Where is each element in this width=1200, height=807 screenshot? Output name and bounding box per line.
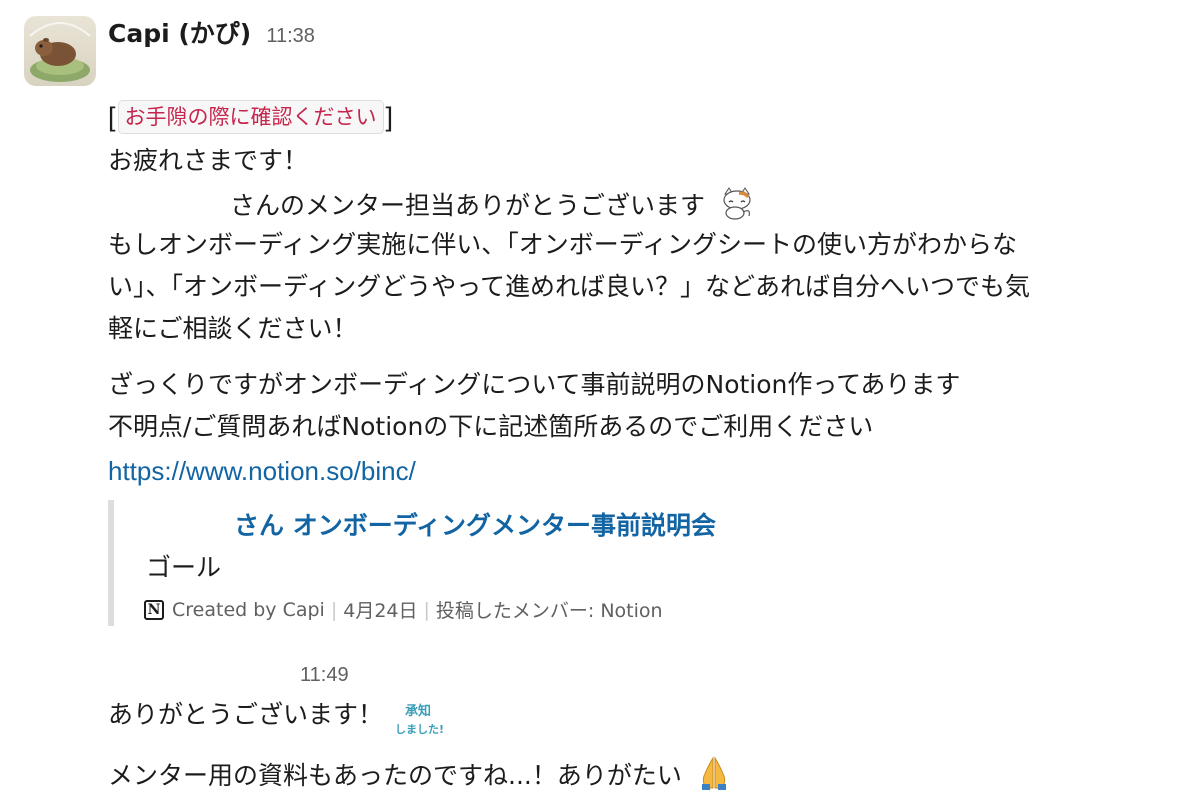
unfurl-posted-by: 投稿したメンバー: Notion (435, 600, 663, 622)
cat-emoji-icon (719, 186, 755, 229)
notion-icon: N (144, 599, 164, 620)
separator: | (330, 598, 338, 621)
body-text-line: い」、「オンボーディングどうやって進めれば良い？」などあれば自分へいつでも気 (108, 272, 1031, 301)
reply-text: メンター用の資料もあったのですね...！ありがたい (108, 761, 682, 790)
unfurl-date: 4月24日 (343, 600, 418, 622)
capybara-avatar-icon (29, 22, 91, 82)
unfurl-created-by: Created by Capi (172, 598, 325, 621)
body-text-line: 不明点/ご質問あればNotionの下に記述箇所あるのでご利用ください (108, 412, 874, 441)
unfurl-footer: N Created by Capi | 4月24日 | 投稿したメンバー: No… (144, 596, 663, 623)
notion-link-line: https://www.notion.so/binc/ (108, 454, 416, 489)
bracket-close: ] (385, 102, 394, 132)
avatar[interactable] (24, 16, 96, 86)
message-timestamp[interactable]: 11:38 (266, 25, 315, 47)
link-unfurl: さん オンボーディングメンター事前説明会 ゴール N Created by Ca… (108, 500, 914, 626)
body-text-line: ざっくりですがオンボーディングについて事前説明のNotion作ってあります (108, 370, 961, 399)
reply-text: ありがとうございます！ (108, 700, 384, 729)
notion-link[interactable]: https://www.notion.so/binc/ (108, 456, 416, 486)
message-header: Capi (かぴ) 11:38 (108, 14, 315, 54)
reply-line-1: ありがとうございます！ 承知 しました! (108, 698, 444, 739)
acknowledged-stamp-icon: 承知 しました! (394, 703, 444, 739)
reply-line-2: メンター用の資料もあったのですね...！ありがたい (108, 756, 732, 799)
mentor-thanks-text: さんのメンター担当ありがとうございます (230, 191, 706, 220)
stamp-text: しました! (394, 723, 444, 736)
stamp-text: 承知 (404, 704, 431, 719)
tag-line: [お手隙の際に確認ください] (108, 100, 393, 135)
pray-emoji-icon (696, 756, 732, 799)
attention-tag: お手隙の際に確認ください (117, 100, 384, 134)
unfurl-body: ゴール (146, 553, 222, 582)
body-text-line: 軽にご相談ください！ (108, 314, 358, 343)
bracket-open: [ (108, 102, 116, 132)
separator: | (423, 598, 430, 621)
unfurl-title[interactable]: さん オンボーディングメンター事前説明会 (234, 506, 716, 542)
body-text-line: もしオンボーディング実施に伴い、「オンボーディングシートの使い方がわからな (108, 230, 1018, 259)
greeting-text: お疲れさまです！ (108, 146, 309, 175)
mentor-thanks-line: さんのメンター担当ありがとうございます (230, 186, 755, 229)
sender-name[interactable]: Capi (かぴ) (108, 19, 251, 48)
message-timestamp[interactable]: 11:49 (300, 664, 349, 687)
